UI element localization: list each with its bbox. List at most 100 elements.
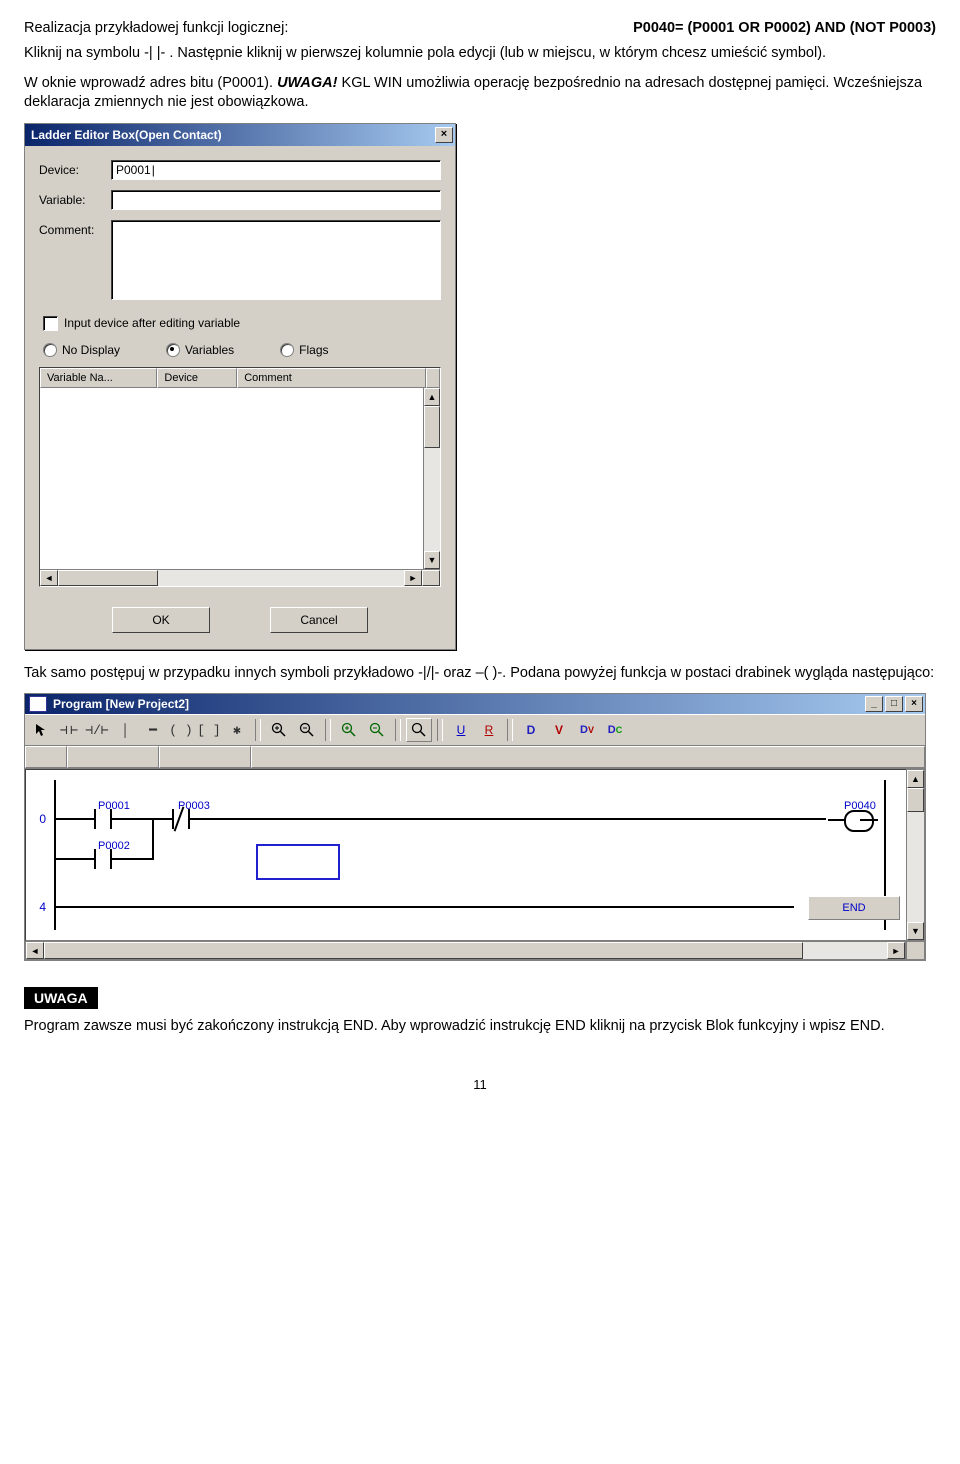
rung-number-4: 4: [30, 900, 46, 914]
checkbox-icon: [43, 316, 58, 331]
radio-no-display[interactable]: No Display: [43, 343, 120, 357]
hscroll-thumb[interactable]: [58, 570, 158, 586]
header-cell: [25, 746, 67, 768]
program-title: Program [New Project2]: [53, 697, 189, 711]
wire-icon: [54, 818, 94, 820]
radio-icon: [280, 343, 294, 357]
close-button[interactable]: ×: [905, 696, 923, 712]
vertical-scrollbar[interactable]: ▲ ▼: [423, 388, 440, 569]
d-button[interactable]: D: [518, 718, 544, 742]
radio-icon: [43, 343, 57, 357]
zoom-in-green-tool[interactable]: [336, 718, 362, 742]
used-button[interactable]: U: [448, 718, 474, 742]
scroll-up-icon[interactable]: ▲: [424, 388, 440, 406]
scroll-left-icon[interactable]: ◄: [40, 570, 58, 586]
scroll-right-icon[interactable]: ►: [404, 570, 422, 586]
zoom-in-tool[interactable]: [266, 718, 292, 742]
radio-label: Flags: [299, 343, 328, 357]
closed-contact-p0003[interactable]: [172, 809, 190, 829]
coil-p0040[interactable]: [844, 810, 874, 832]
scroll-track[interactable]: [424, 406, 440, 551]
not-tool[interactable]: ✱: [224, 718, 250, 742]
scroll-corner: [906, 941, 925, 960]
v-button[interactable]: V: [546, 718, 572, 742]
grid-body[interactable]: [40, 388, 423, 569]
maximize-button[interactable]: □: [885, 696, 903, 712]
wire-icon: [112, 858, 152, 860]
scroll-corner: [422, 570, 440, 586]
toolbar-separator: [437, 719, 443, 741]
variables-grid[interactable]: Variable Na... Device Comment ▲ ▼ ◄ ►: [39, 367, 441, 587]
dialog-title: Ladder Editor Box(Open Contact): [31, 128, 222, 142]
scroll-down-icon[interactable]: ▼: [424, 551, 440, 569]
open-contact-p0001[interactable]: [94, 809, 112, 829]
col-device[interactable]: Device: [157, 368, 237, 388]
toolbar-separator: [395, 719, 401, 741]
dc-button[interactable]: DC: [602, 718, 628, 742]
vertical-line-tool[interactable]: │: [112, 718, 138, 742]
scroll-track[interactable]: [907, 788, 924, 922]
radio-flags[interactable]: Flags: [280, 343, 328, 357]
hscroll-track[interactable]: [58, 570, 404, 586]
scroll-thumb[interactable]: [907, 788, 924, 812]
open-contact-tool[interactable]: ⊣ ⊢: [56, 718, 82, 742]
ladder-area[interactable]: 0 4 P0001 P0003 P0002: [25, 769, 906, 941]
ok-button[interactable]: OK: [112, 607, 210, 633]
comment-label: Comment:: [39, 220, 111, 237]
warning-badge: UWAGA: [24, 987, 98, 1009]
zoom-out-tool[interactable]: [294, 718, 320, 742]
minimize-button[interactable]: _: [865, 696, 883, 712]
scroll-thumb[interactable]: [424, 406, 440, 448]
scroll-down-icon[interactable]: ▼: [907, 922, 924, 940]
scroll-left-icon[interactable]: ◄: [26, 942, 44, 959]
zoom-fit-tool[interactable]: [406, 718, 432, 742]
radio-label: Variables: [185, 343, 234, 357]
horizontal-scrollbar[interactable]: ◄ ►: [40, 569, 440, 586]
para2-a: W oknie wprowadź adres bitu (P0001).: [24, 75, 277, 91]
paragraph-2: W oknie wprowadź adres bitu (P0001). UWA…: [24, 74, 936, 113]
header-strip: [25, 746, 925, 769]
wire-icon: [54, 858, 94, 860]
block-tool[interactable]: [ ]: [196, 718, 222, 742]
wire-icon: [190, 818, 826, 820]
cancel-button[interactable]: Cancel: [270, 607, 368, 633]
program-horizontal-scrollbar[interactable]: ◄ ►: [25, 941, 906, 960]
col-comment[interactable]: Comment: [237, 368, 426, 388]
cursor-selection[interactable]: [256, 844, 340, 880]
col-variable-name[interactable]: Variable Na...: [40, 368, 157, 388]
horizontal-line-tool[interactable]: ━: [140, 718, 166, 742]
toolbar-separator: [325, 719, 331, 741]
close-button[interactable]: ×: [435, 127, 453, 143]
closed-contact-tool[interactable]: ⊣/⊢: [84, 718, 110, 742]
radio-variables[interactable]: Variables: [166, 343, 234, 357]
zoom-out-green-tool[interactable]: [364, 718, 390, 742]
wire-icon: [112, 818, 172, 820]
comment-input[interactable]: [111, 220, 441, 300]
variable-input[interactable]: [111, 190, 441, 210]
program-vertical-scrollbar[interactable]: ▲ ▼: [906, 769, 925, 941]
replace-button[interactable]: R: [476, 718, 502, 742]
dv-button[interactable]: DV: [574, 718, 600, 742]
coil-tool[interactable]: ( ): [168, 718, 194, 742]
hscroll-thumb[interactable]: [44, 942, 803, 959]
col-blank: [426, 368, 440, 388]
dialog-titlebar: Ladder Editor Box(Open Contact) ×: [25, 124, 455, 146]
toolbar-separator: [507, 719, 513, 741]
program-titlebar: Program [New Project2] _ □ ×: [25, 694, 925, 714]
program-window: Program [New Project2] _ □ × ⊣ ⊢ ⊣/⊢ │ ━…: [24, 693, 926, 961]
header-cell: [67, 746, 159, 768]
open-contact-p0002[interactable]: [94, 849, 112, 869]
scroll-up-icon[interactable]: ▲: [907, 770, 924, 788]
radio-icon-selected: [166, 343, 180, 357]
hscroll-track[interactable]: [44, 942, 887, 959]
arrow-tool[interactable]: [28, 718, 54, 742]
radio-label: No Display: [62, 343, 120, 357]
device-label: Device:: [39, 160, 111, 177]
document-icon: [29, 696, 47, 712]
wire-icon: [54, 906, 794, 908]
end-block[interactable]: END: [808, 896, 900, 920]
input-after-edit-checkbox[interactable]: Input device after editing variable: [43, 316, 441, 331]
scroll-right-icon[interactable]: ►: [887, 942, 905, 959]
paragraph-3: Tak samo postępuj w przypadku innych sym…: [24, 664, 936, 684]
device-input[interactable]: P0001: [111, 160, 441, 180]
